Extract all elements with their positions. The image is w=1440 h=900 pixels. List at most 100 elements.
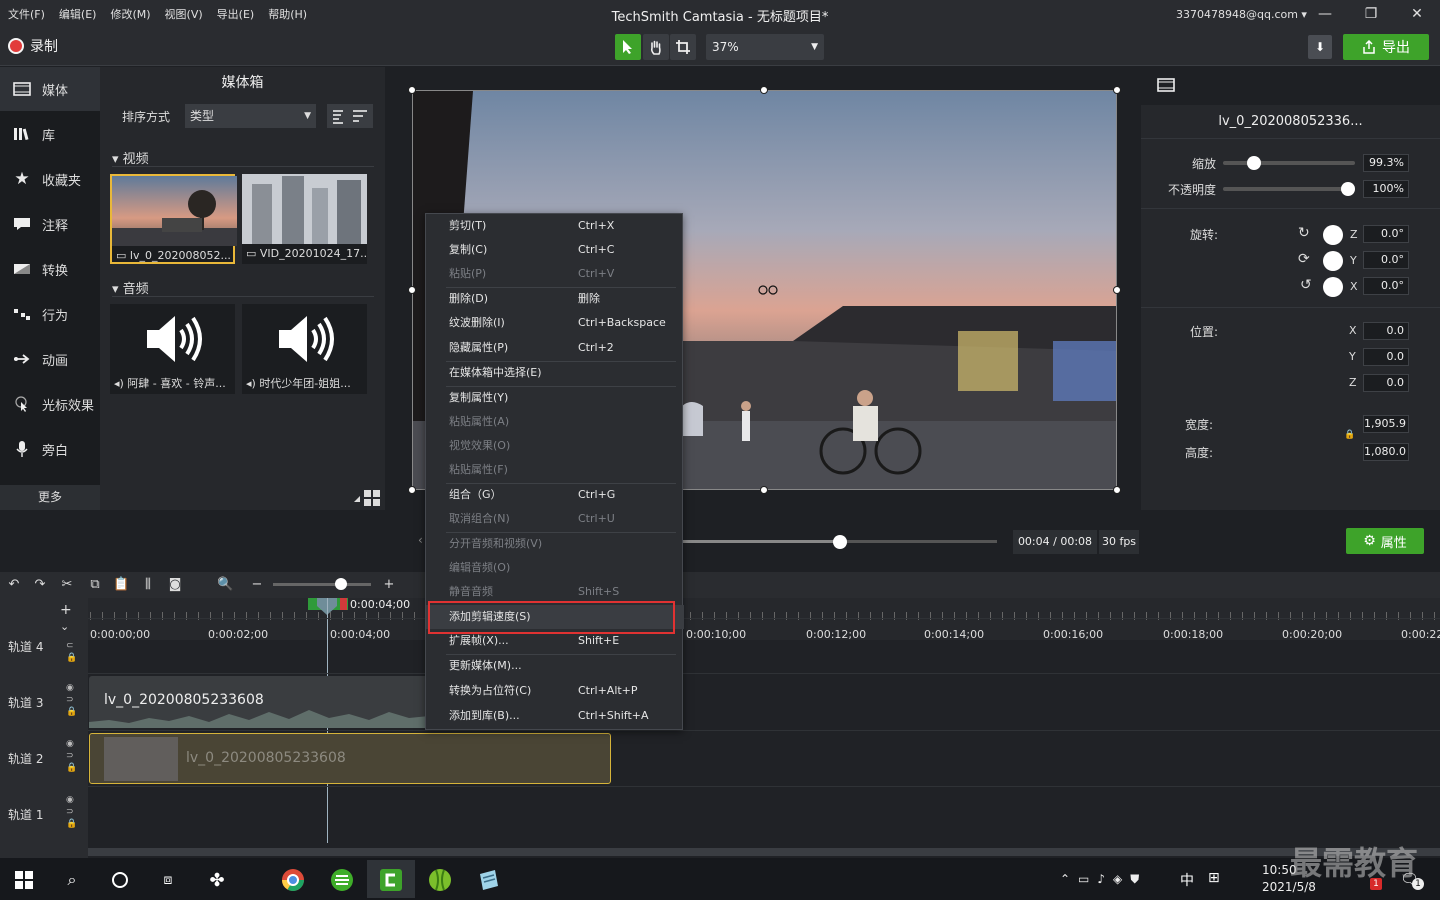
pan-tool-button[interactable] bbox=[643, 34, 669, 60]
rotation-z-field[interactable]: 0.0° bbox=[1363, 225, 1409, 243]
app-pinwheel-icon[interactable]: ✤ bbox=[203, 866, 231, 894]
paste-icon[interactable]: 📋 bbox=[113, 577, 129, 593]
more-button[interactable]: 更多 bbox=[0, 485, 100, 510]
rotation-y-field[interactable]: 0.0° bbox=[1363, 251, 1409, 269]
resize-handle[interactable] bbox=[408, 86, 416, 94]
nav-transitions[interactable]: 转换 bbox=[0, 247, 100, 291]
zoom-slider-knob[interactable] bbox=[335, 578, 347, 590]
download-arrow-button[interactable]: ⬇ bbox=[1308, 35, 1332, 59]
nav-favorites[interactable]: ★ 收藏夹 bbox=[0, 157, 100, 201]
timeline-zoom-slider[interactable] bbox=[273, 583, 371, 586]
media-thumb-video-1[interactable]: ▭ lv_0_202008052... bbox=[110, 174, 237, 264]
search-icon[interactable]: ⌕ bbox=[58, 866, 86, 894]
snapshot-icon[interactable]: ◙ bbox=[167, 577, 183, 593]
media-thumb-audio-1[interactable]: ◂) 阿肆 - 喜欢 - 铃声... bbox=[110, 304, 235, 394]
zoom-search-icon[interactable]: 🔍 bbox=[217, 577, 233, 593]
menu-item-add-to-library[interactable]: 添加到库(B)... Ctrl+Shift+A bbox=[426, 704, 684, 728]
video-clip[interactable]: lv_0_20200805233608 bbox=[89, 733, 611, 784]
resize-handle[interactable] bbox=[1113, 486, 1121, 494]
nav-voice-narration[interactable]: 旁白 bbox=[0, 427, 100, 471]
system-tray-icons[interactable]: ⌃▭♪◈⛊ bbox=[1060, 872, 1147, 887]
keyboard-grid-icon[interactable]: ⊞ bbox=[1208, 870, 1220, 886]
nav-media[interactable]: 媒体 bbox=[0, 67, 100, 111]
menu-item-hide-properties[interactable]: 隐藏属性(P) Ctrl+2 bbox=[426, 336, 684, 360]
rotate-y-dial[interactable] bbox=[1323, 251, 1343, 271]
undo-icon[interactable]: ↶ bbox=[6, 577, 22, 593]
windows-start-icon[interactable] bbox=[10, 866, 38, 894]
add-track-icon[interactable]: + bbox=[60, 602, 72, 618]
sort-select[interactable]: 类型 ▼ bbox=[185, 104, 316, 128]
resize-handle[interactable] bbox=[408, 486, 416, 494]
redo-icon[interactable]: ↷ bbox=[32, 577, 48, 593]
cut-icon[interactable]: ✂ bbox=[59, 577, 75, 593]
task-view-icon[interactable]: ⧈ bbox=[154, 866, 182, 894]
track-1[interactable] bbox=[88, 786, 1440, 841]
nav-cursor-effects[interactable]: 光标效果 bbox=[0, 382, 100, 426]
menu-item-update-media[interactable]: 更新媒体(M)... bbox=[426, 654, 684, 678]
collapse-tracks-icon[interactable]: ⌄ bbox=[60, 620, 69, 633]
chrome-icon[interactable] bbox=[279, 866, 307, 894]
menu-item-select-in-bin[interactable]: 在媒体箱中选择(E) bbox=[426, 361, 684, 385]
zoom-in-icon[interactable]: + bbox=[381, 577, 397, 593]
playhead-out-marker[interactable] bbox=[340, 598, 347, 610]
width-field[interactable]: 1,905.9 bbox=[1363, 415, 1409, 433]
position-y-field[interactable]: 0.0 bbox=[1363, 348, 1409, 366]
center-anchor-icon[interactable] bbox=[758, 284, 780, 295]
scrubber-knob[interactable] bbox=[833, 535, 847, 549]
close-button[interactable]: ✕ bbox=[1402, 4, 1432, 24]
film-icon[interactable] bbox=[1157, 78, 1175, 95]
rotate-z-dial[interactable] bbox=[1323, 225, 1343, 245]
notes-app-icon[interactable] bbox=[475, 866, 503, 894]
menu-item-group[interactable]: 组合（G） Ctrl+G bbox=[426, 483, 684, 507]
resize-handle[interactable] bbox=[760, 86, 768, 94]
height-field[interactable]: 1,080.0 bbox=[1363, 443, 1409, 461]
watermelon-icon[interactable] bbox=[426, 866, 454, 894]
select-tool-button[interactable] bbox=[615, 34, 641, 60]
menu-item-copy-properties[interactable]: 复制属性(Y) bbox=[426, 386, 684, 410]
zoom-select[interactable]: 37% ▼ bbox=[706, 34, 824, 60]
nav-behaviors[interactable]: 行为 bbox=[0, 292, 100, 336]
scale-field[interactable]: 99.3% bbox=[1363, 154, 1409, 172]
account-menu[interactable]: 3370478948@qq.com ▾ bbox=[1176, 8, 1307, 21]
video-section-header[interactable]: ▾ 视频 bbox=[112, 148, 149, 167]
browser-360-icon[interactable] bbox=[328, 866, 356, 894]
menu-item-ripple-delete[interactable]: 纹波删除(I) Ctrl+Backspace bbox=[426, 311, 684, 335]
menu-item-cut[interactable]: 剪切(T) Ctrl+X bbox=[426, 214, 684, 238]
rotation-x-field[interactable]: 0.0° bbox=[1363, 277, 1409, 295]
lock-aspect-icon[interactable]: 🔒 bbox=[1344, 430, 1355, 440]
minimize-button[interactable]: — bbox=[1310, 4, 1340, 24]
nav-annotations[interactable]: 注释 bbox=[0, 202, 100, 246]
crop-tool-button[interactable] bbox=[670, 34, 696, 60]
position-z-field[interactable]: 0.0 bbox=[1363, 374, 1409, 392]
menu-item-convert-placeholder[interactable]: 转换为占位符(C) Ctrl+Alt+P bbox=[426, 679, 684, 703]
scale-slider[interactable] bbox=[1223, 156, 1355, 170]
position-x-field[interactable]: 0.0 bbox=[1363, 322, 1409, 340]
properties-button[interactable]: ⚙ 属性 bbox=[1346, 528, 1424, 554]
record-button[interactable]: 录制 bbox=[8, 36, 58, 56]
split-icon[interactable]: ⫼ bbox=[140, 577, 156, 593]
ime-indicator[interactable]: 中 bbox=[1180, 870, 1194, 890]
track-3-controls-icon[interactable]: ◉ ⊃ 🔒 bbox=[66, 682, 77, 718]
export-button[interactable]: 导出 bbox=[1343, 34, 1429, 60]
slider-knob[interactable] bbox=[1341, 182, 1355, 196]
zoom-out-icon[interactable]: − bbox=[249, 577, 265, 593]
sort-order-buttons[interactable] bbox=[327, 104, 373, 128]
camtasia-icon[interactable] bbox=[377, 866, 405, 894]
timeline-scrollbar[interactable] bbox=[88, 848, 1440, 856]
rotate-x-dial[interactable] bbox=[1323, 277, 1343, 297]
media-thumb-video-2[interactable]: ▭ VID_20201024_17... bbox=[242, 174, 367, 264]
resize-handle[interactable] bbox=[760, 486, 768, 494]
nav-animations[interactable]: 动画 bbox=[0, 337, 100, 381]
opacity-field[interactable]: 100% bbox=[1363, 180, 1409, 198]
nav-library[interactable]: 库 bbox=[0, 112, 100, 156]
menu-item-delete[interactable]: 删除(D) 删除 bbox=[426, 287, 684, 311]
resize-handle[interactable] bbox=[1113, 286, 1121, 294]
audio-section-header[interactable]: ▾ 音频 bbox=[112, 278, 149, 297]
slider-knob[interactable] bbox=[1246, 156, 1261, 170]
cortana-icon[interactable] bbox=[106, 866, 134, 894]
copy-icon[interactable]: ⧉ bbox=[87, 577, 103, 593]
track-2-controls-icon[interactable]: ◉ ⊃ 🔒 bbox=[66, 738, 77, 774]
resize-handle[interactable] bbox=[408, 286, 416, 294]
media-thumb-audio-2[interactable]: ◂) 时代少年团-姐姐... bbox=[242, 304, 367, 394]
restore-button[interactable]: ❐ bbox=[1356, 4, 1386, 24]
